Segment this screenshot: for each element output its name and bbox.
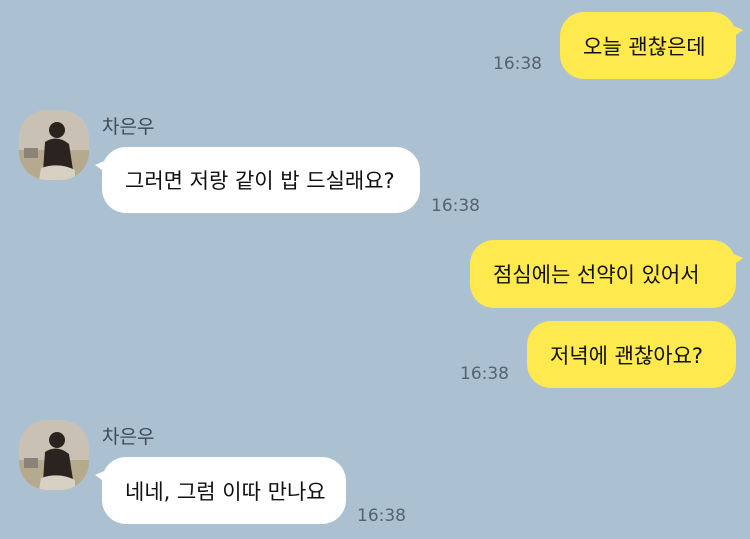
contact-avatar[interactable]	[19, 420, 89, 490]
person-photo-icon	[19, 420, 89, 490]
contact-name: 차은우	[102, 426, 155, 448]
contact-message-bubble[interactable]: 그러면 저랑 같이 밥 드실래요?	[95, 147, 420, 213]
my-message-bubble[interactable]: 오늘 괜찮은데	[560, 12, 743, 79]
my-message-bubble[interactable]: 점심에는 선약이 있어서	[470, 240, 743, 308]
message-text: 저녁에 괜찮아요?	[550, 343, 704, 368]
message-time: 16:38	[460, 364, 509, 384]
message-text: 그러면 저랑 같이 밥 드실래요?	[125, 169, 395, 193]
message-text: 오늘 괜찮은데	[583, 34, 706, 59]
message-time: 16:38	[493, 54, 542, 74]
message-time: 16:38	[431, 196, 480, 216]
my-message-bubble[interactable]: 저녁에 괜찮아요?	[527, 321, 736, 388]
contact-avatar[interactable]	[19, 110, 89, 180]
message-text: 네네, 그럼 이따 만나요	[125, 479, 326, 504]
contact-message-bubble[interactable]: 네네, 그럼 이따 만나요	[95, 457, 346, 524]
message-text: 점심에는 선약이 있어서	[493, 263, 700, 287]
message-time: 16:38	[357, 506, 406, 526]
person-photo-icon	[19, 110, 89, 180]
contact-name: 차은우	[102, 116, 155, 138]
